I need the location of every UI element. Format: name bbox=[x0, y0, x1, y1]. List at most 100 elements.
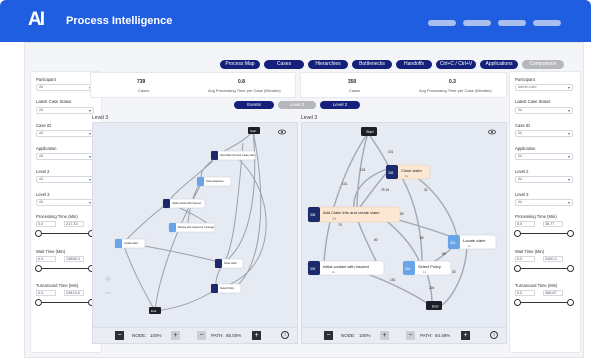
node-initial-contact-label: Initial contact with insured bbox=[323, 264, 369, 269]
turnaround-time-max-field[interactable]: 24813.6 bbox=[64, 290, 84, 296]
tab-applications[interactable]: Applications bbox=[480, 60, 518, 69]
path-zoom-out-button[interactable]: − bbox=[197, 331, 206, 340]
latest-case-status-select[interactable]: All bbox=[36, 107, 94, 114]
level3-select[interactable]: All bbox=[515, 199, 573, 206]
wait-time-min-handle[interactable] bbox=[514, 265, 521, 272]
tab-handoffs[interactable]: Handoffs bbox=[396, 60, 432, 69]
level2-select[interactable]: All bbox=[36, 176, 94, 183]
edge-label-1: 101 bbox=[388, 150, 394, 154]
path-zoom-in-button[interactable]: + bbox=[461, 331, 470, 340]
header-menu-placeholder-4[interactable] bbox=[533, 20, 561, 26]
path-zoom-in-button[interactable]: + bbox=[252, 331, 261, 340]
tab-process-map[interactable]: Process Map bbox=[220, 60, 260, 69]
node-select-policy-label: Select Policy bbox=[418, 264, 441, 269]
right-process-map[interactable]: 101 143 75 72 75 16 31 80 80 80 68 151 2… bbox=[301, 122, 507, 344]
processing-time-max-field[interactable]: 36.77 bbox=[543, 221, 563, 227]
node-zoom-in-button[interactable]: + bbox=[380, 331, 389, 340]
tab-level2[interactable]: Level 2 bbox=[320, 101, 360, 109]
filter-label: Level 3 bbox=[515, 192, 529, 197]
turnaround-time-min-handle[interactable] bbox=[35, 299, 42, 306]
wait-time-max-handle[interactable] bbox=[567, 265, 574, 272]
filter-label: Application bbox=[36, 146, 57, 151]
application-select[interactable]: All bbox=[36, 153, 94, 160]
info-icon[interactable]: i bbox=[281, 331, 289, 339]
node-locate-claim-label: Locate claim bbox=[463, 238, 486, 243]
processing-time-slider[interactable] bbox=[39, 233, 91, 234]
stats-card-left: 739 Cases 0.8 Avg Processing Time per Ca… bbox=[90, 72, 296, 98]
wait-time-min-handle[interactable] bbox=[35, 265, 42, 272]
processing-time-min-field[interactable]: 0.0 bbox=[36, 221, 56, 227]
filter-label: Level 2 bbox=[36, 169, 50, 174]
turnaround-time-min-field[interactable]: 0.0 bbox=[36, 290, 56, 296]
turnaround-time-max-handle[interactable] bbox=[567, 299, 574, 306]
tab-ctrl-c-ctrl-v[interactable]: Ctrl+C / Ctrl+V bbox=[436, 60, 476, 69]
left-process-map[interactable]: Start Add Claim info and create claim Cl… bbox=[92, 122, 298, 344]
processing-time-max-handle[interactable] bbox=[567, 230, 574, 237]
application-select[interactable]: All bbox=[515, 153, 573, 160]
processing-time-max-field[interactable]: 217.33 bbox=[64, 221, 84, 227]
tab-events[interactable]: Events bbox=[234, 101, 274, 109]
tab-level3[interactable]: Level 3 bbox=[278, 101, 316, 109]
case-id-select[interactable]: All bbox=[36, 130, 94, 137]
level2-select[interactable]: All bbox=[515, 176, 573, 183]
app-logo: AI bbox=[28, 9, 45, 30]
processing-time-min-handle[interactable] bbox=[514, 230, 521, 237]
filter-label: Latest Case Status bbox=[515, 99, 551, 104]
participant-select[interactable]: admin.user bbox=[515, 84, 573, 91]
filter-label: Case ID bbox=[515, 123, 531, 128]
wait-time-min-field[interactable]: 0.0 bbox=[515, 256, 535, 262]
node-close-claim-count-chip bbox=[215, 259, 222, 268]
avg-processing-time-label: Avg Processing Time per Case (Minutes) bbox=[208, 88, 281, 93]
info-icon[interactable]: i bbox=[490, 331, 498, 339]
node-locate-claim-count: 304 bbox=[450, 241, 456, 245]
turnaround-time-min-handle[interactable] bbox=[514, 299, 521, 306]
right-process-map-canvas: 101 143 75 72 75 16 31 80 80 80 68 151 2… bbox=[307, 127, 497, 310]
node-start-label: Start bbox=[250, 129, 257, 133]
edge-label-12: 224 bbox=[429, 286, 435, 290]
processing-time-slider[interactable] bbox=[518, 233, 570, 234]
wait-time-max-field[interactable]: 14808.3 bbox=[64, 256, 84, 262]
latest-case-status-select[interactable]: All bbox=[515, 107, 573, 114]
turnaround-time-min-field[interactable]: 0.0 bbox=[515, 290, 535, 296]
node-end-label: End bbox=[151, 309, 157, 313]
participant-select[interactable]: All bbox=[36, 84, 94, 91]
turnaround-time-slider[interactable] bbox=[39, 302, 91, 303]
header-menu-placeholder-1[interactable] bbox=[428, 20, 456, 26]
case-id-select[interactable]: All bbox=[515, 130, 573, 137]
turnaround-time-slider[interactable] bbox=[518, 302, 570, 303]
tab-comparison[interactable]: Comparison bbox=[522, 60, 564, 69]
node-locate-claim-count-chip bbox=[115, 239, 122, 248]
filter-label: Level 2 bbox=[515, 169, 529, 174]
node-add-claim-label: Add Claim info and create claim bbox=[323, 210, 380, 215]
processing-time-min-handle[interactable] bbox=[35, 230, 42, 237]
node-close-exposure-count-chip bbox=[197, 177, 204, 186]
edge-label-10: 68 bbox=[442, 252, 446, 256]
wait-time-range: 0.0 14808.3 bbox=[36, 256, 94, 262]
header-menu-placeholder-3[interactable] bbox=[498, 20, 526, 26]
node-zoom-out-button[interactable]: − bbox=[324, 331, 333, 340]
cases-label: Cases bbox=[138, 88, 150, 93]
node-zoom-in-button[interactable]: + bbox=[171, 331, 180, 340]
path-zoom-out-button[interactable]: − bbox=[406, 331, 415, 340]
turnaround-time-max-field[interactable]: 368.67 bbox=[543, 290, 563, 296]
edge-label-11: 151 bbox=[390, 278, 396, 282]
processing-time-min-field[interactable]: 0.0 bbox=[515, 221, 535, 227]
wait-time-min-field[interactable]: 0.0 bbox=[36, 256, 56, 262]
path-percentage: 85.00% bbox=[226, 333, 242, 338]
node-zoom-out-button[interactable]: − bbox=[115, 331, 124, 340]
eye-icon[interactable] bbox=[278, 129, 286, 135]
processing-time-range: 0.0 217.33 bbox=[36, 221, 94, 227]
level3-select[interactable]: All bbox=[36, 199, 94, 206]
header-menu-placeholder-2[interactable] bbox=[463, 20, 491, 26]
edge-label-7: 80 bbox=[400, 212, 404, 216]
wait-time-slider[interactable] bbox=[518, 268, 570, 269]
wait-time-slider[interactable] bbox=[39, 268, 91, 269]
path-label: PATH: bbox=[420, 333, 433, 338]
wait-time-max-field[interactable]: 2400.3 bbox=[543, 256, 563, 262]
eye-icon[interactable] bbox=[488, 129, 496, 135]
tab-hierarchies[interactable]: Hierarchies bbox=[308, 60, 348, 69]
filter-label: Turnaround Time (Min) bbox=[515, 283, 558, 288]
tab-cases[interactable]: Cases bbox=[264, 60, 304, 69]
node-review-inspect-count-chip bbox=[169, 223, 176, 232]
tab-bottlenecks[interactable]: Bottlenecks bbox=[352, 60, 392, 69]
